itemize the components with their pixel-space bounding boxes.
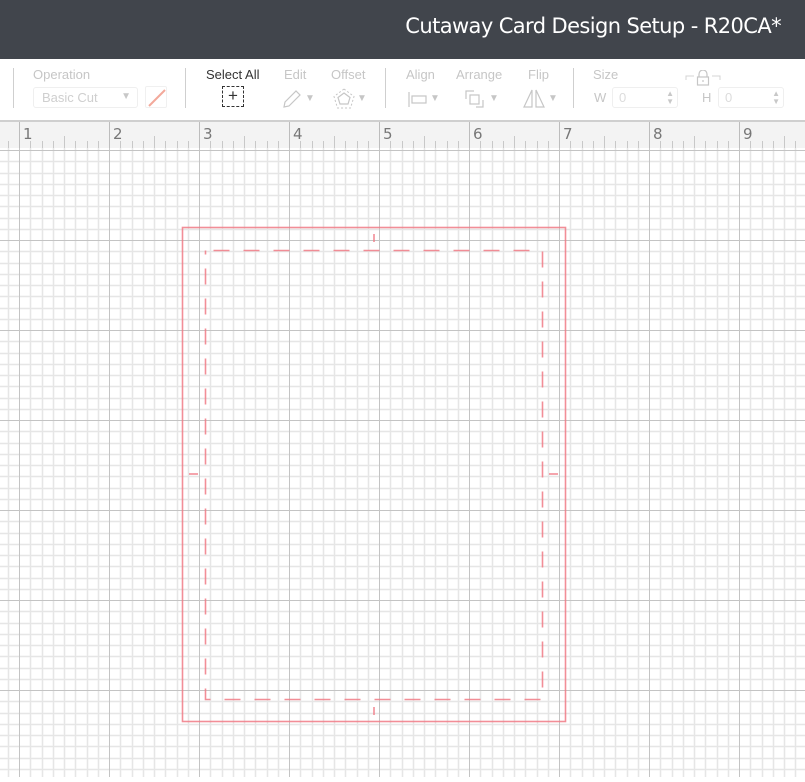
operation-value: Basic Cut bbox=[42, 90, 98, 105]
ruler-label: 2 bbox=[113, 125, 123, 143]
caret-down-icon: ▼ bbox=[430, 93, 440, 104]
ruler-label: 3 bbox=[203, 125, 213, 143]
width-input[interactable]: 0 ▲ ▼ bbox=[612, 87, 678, 108]
flip-icon bbox=[523, 89, 545, 108]
align-label: Align bbox=[406, 67, 435, 82]
lock-icon bbox=[685, 69, 721, 86]
flip-button[interactable] bbox=[522, 88, 546, 115]
select-all-label: Select All bbox=[206, 67, 260, 82]
offset-button[interactable] bbox=[333, 88, 355, 115]
caret-down-icon: ▼ bbox=[305, 93, 315, 104]
select-all-icon: + bbox=[228, 86, 238, 105]
width-stepper-icon[interactable]: ▲ ▼ bbox=[666, 90, 674, 106]
height-value: 0 bbox=[725, 90, 733, 105]
caret-down-icon: ▼ bbox=[489, 93, 499, 104]
ruler-label: 1 bbox=[23, 125, 33, 143]
flip-label: Flip bbox=[528, 67, 549, 82]
width-value: 0 bbox=[619, 90, 627, 105]
arrange-label: Arrange bbox=[456, 67, 503, 82]
edit-label: Edit bbox=[284, 67, 307, 82]
select-all-button[interactable]: + bbox=[222, 86, 244, 107]
height-label: H bbox=[702, 90, 712, 105]
height-input[interactable]: 0 ▲ ▼ bbox=[718, 87, 784, 108]
ruler-label: 6 bbox=[473, 125, 483, 143]
design-canvas[interactable] bbox=[0, 148, 805, 777]
align-left-icon bbox=[408, 92, 427, 107]
pencil-icon bbox=[283, 90, 301, 108]
arrange-layers-icon bbox=[465, 90, 484, 108]
window-title: Cutaway Card Design Setup - R20CA* bbox=[405, 14, 781, 38]
ruler-label: 4 bbox=[293, 125, 303, 143]
offset-pentagon-icon bbox=[333, 88, 355, 109]
arrange-button[interactable] bbox=[464, 88, 486, 115]
operation-select[interactable]: Basic Cut ▼ bbox=[33, 87, 138, 108]
toolbar-divider bbox=[185, 68, 186, 108]
ruler-label: 7 bbox=[563, 125, 573, 143]
size-label: Size bbox=[593, 67, 619, 82]
caret-down-icon: ▼ bbox=[548, 93, 558, 104]
caret-down-icon: ▼ bbox=[121, 91, 131, 102]
linetype-swatch-button[interactable] bbox=[145, 86, 167, 108]
toolbar-divider bbox=[385, 68, 386, 108]
width-label: W bbox=[594, 90, 607, 105]
ruler-label: 9 bbox=[743, 125, 753, 143]
caret-down-icon: ▼ bbox=[357, 93, 367, 104]
line-color-swatch-icon bbox=[148, 89, 166, 107]
height-stepper-icon[interactable]: ▲ ▼ bbox=[772, 90, 780, 106]
horizontal-ruler: 1 2 3 4 5 6 7 8 9 bbox=[0, 120, 805, 148]
align-button[interactable] bbox=[407, 88, 429, 115]
canvas-grid bbox=[0, 148, 805, 777]
toolbar-divider bbox=[573, 68, 574, 108]
ruler-label: 8 bbox=[653, 125, 663, 143]
edit-button[interactable] bbox=[281, 88, 303, 115]
card-outline bbox=[181, 226, 567, 723]
operation-label: Operation bbox=[33, 67, 91, 82]
ruler-label: 5 bbox=[383, 125, 393, 143]
title-bar: Cutaway Card Design Setup - R20CA* bbox=[0, 0, 805, 59]
toolbar-divider bbox=[13, 68, 14, 108]
offset-label: Offset bbox=[331, 67, 366, 82]
